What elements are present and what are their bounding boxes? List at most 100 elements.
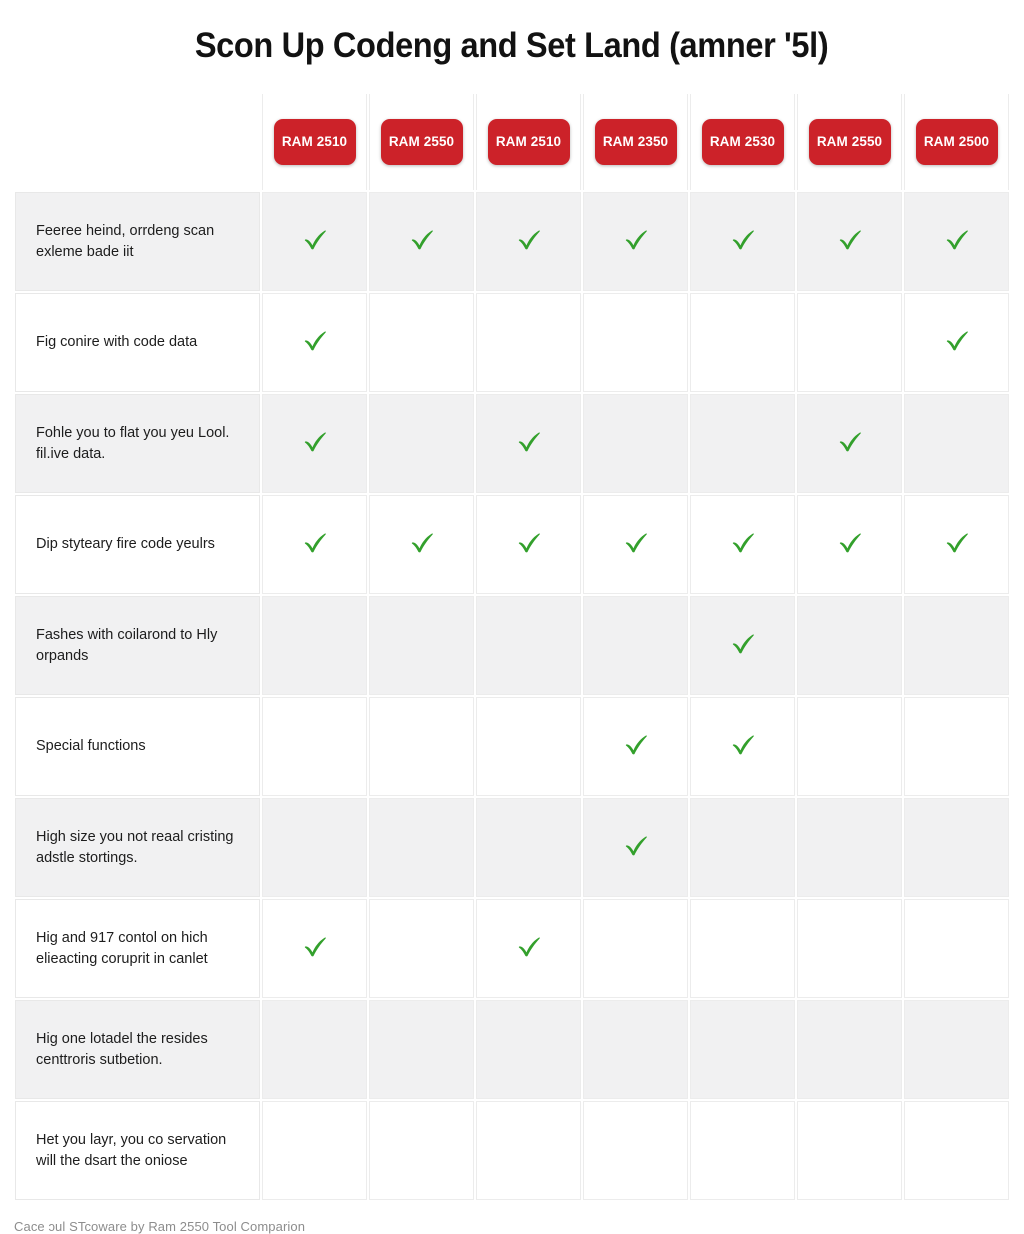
matrix-cell[interactable] (369, 1101, 474, 1200)
matrix-cell[interactable] (476, 1101, 581, 1200)
matrix-cell[interactable] (262, 495, 367, 594)
feature-label: Hig and 917 contol on hich elieacting co… (15, 899, 260, 998)
footer-caption: Cace ɔul STcoware by Ram 2550 Tool Compa… (14, 1219, 306, 1234)
matrix-cell[interactable] (369, 1000, 474, 1099)
matrix-cell[interactable] (262, 798, 367, 897)
matrix-cell[interactable] (797, 697, 902, 796)
table-row: Fohle you to flat you yeu Lool. fil.ive … (15, 394, 1009, 493)
matrix-cell[interactable] (476, 394, 581, 493)
matrix-cell[interactable] (369, 495, 474, 594)
column-header-4[interactable]: RAM 2350 (583, 94, 688, 190)
check-mark-icon (514, 931, 544, 961)
matrix-cell[interactable] (476, 1000, 581, 1099)
matrix-cell[interactable] (476, 192, 581, 291)
matrix-cell[interactable] (904, 596, 1009, 695)
matrix-cell[interactable] (904, 697, 1009, 796)
matrix-cell[interactable] (797, 1101, 902, 1200)
matrix-cell[interactable] (369, 596, 474, 695)
matrix-cell[interactable] (904, 1000, 1009, 1099)
matrix-cell[interactable] (904, 899, 1009, 998)
matrix-cell[interactable] (904, 394, 1009, 493)
column-header-5[interactable]: RAM 2530 (690, 94, 795, 190)
matrix-cell[interactable] (797, 192, 902, 291)
column-header-3[interactable]: RAM 2510 (476, 94, 581, 190)
matrix-cell[interactable] (369, 293, 474, 392)
matrix-cell[interactable] (583, 1101, 688, 1200)
matrix-cell[interactable] (262, 596, 367, 695)
title-bar: Scon Up Codeng and Set Land (amner '5l) (0, 0, 1024, 92)
matrix-cell[interactable] (583, 798, 688, 897)
matrix-cell[interactable] (369, 192, 474, 291)
matrix-cell[interactable] (797, 596, 902, 695)
matrix-cell[interactable] (262, 293, 367, 392)
matrix-cell[interactable] (262, 1000, 367, 1099)
matrix-cell[interactable] (690, 1000, 795, 1099)
matrix-cell[interactable] (583, 394, 688, 493)
check-mark-icon (835, 527, 865, 557)
matrix-cell[interactable] (690, 293, 795, 392)
column-header-6[interactable]: RAM 2550 (797, 94, 902, 190)
column-header-1[interactable]: RAM 2510 (262, 94, 367, 190)
matrix-cell[interactable] (369, 899, 474, 998)
check-mark-icon (835, 426, 865, 456)
matrix-cell[interactable] (476, 899, 581, 998)
matrix-cell[interactable] (797, 899, 902, 998)
matrix-cell[interactable] (262, 1101, 367, 1200)
matrix-cell[interactable] (583, 697, 688, 796)
matrix-cell[interactable] (476, 293, 581, 392)
matrix-cell[interactable] (476, 596, 581, 695)
column-header-7[interactable]: RAM 2500 (904, 94, 1009, 190)
matrix-cell[interactable] (797, 495, 902, 594)
matrix-cell[interactable] (690, 394, 795, 493)
matrix-cell[interactable] (797, 798, 902, 897)
matrix-cell[interactable] (262, 899, 367, 998)
matrix-cell[interactable] (476, 495, 581, 594)
matrix-cell[interactable] (476, 798, 581, 897)
matrix-cell[interactable] (583, 899, 688, 998)
matrix-cell[interactable] (583, 293, 688, 392)
matrix-cell[interactable] (904, 1101, 1009, 1200)
matrix-cell[interactable] (904, 293, 1009, 392)
matrix-cell[interactable] (690, 596, 795, 695)
check-mark-icon (514, 527, 544, 557)
matrix-cell[interactable] (797, 394, 902, 493)
matrix-cell[interactable] (690, 1101, 795, 1200)
matrix-cell[interactable] (262, 394, 367, 493)
matrix-cell[interactable] (904, 495, 1009, 594)
matrix-cell[interactable] (690, 697, 795, 796)
feature-label: Feeree heind, orrdeng scan exleme bade i… (15, 192, 260, 291)
check-mark-icon (300, 224, 330, 254)
column-header-2[interactable]: RAM 2550 (369, 94, 474, 190)
matrix-cell[interactable] (690, 192, 795, 291)
matrix-cell[interactable] (797, 1000, 902, 1099)
matrix-cell[interactable] (690, 899, 795, 998)
check-mark-icon (621, 729, 651, 759)
matrix-cell[interactable] (690, 798, 795, 897)
matrix-cell[interactable] (262, 697, 367, 796)
check-mark-icon (942, 527, 972, 557)
matrix-cell[interactable] (904, 192, 1009, 291)
matrix-cell[interactable] (583, 1000, 688, 1099)
matrix-cell[interactable] (583, 596, 688, 695)
check-mark-icon (621, 830, 651, 860)
column-badge: RAM 2550 (808, 119, 891, 165)
matrix-cell[interactable] (583, 495, 688, 594)
matrix-container: RAM 2510 RAM 2550 RAM 2510 RAM 2350 RAM 2530… (0, 92, 1024, 1202)
matrix-cell[interactable] (904, 798, 1009, 897)
matrix-cell[interactable] (797, 293, 902, 392)
matrix-cell[interactable] (690, 495, 795, 594)
matrix-cell[interactable] (369, 798, 474, 897)
table-row: Fig conire with code data (15, 293, 1009, 392)
matrix-cell[interactable] (369, 697, 474, 796)
matrix-cell[interactable] (369, 394, 474, 493)
column-badge: RAM 2350 (594, 119, 677, 165)
check-mark-icon (728, 224, 758, 254)
matrix-cell[interactable] (476, 697, 581, 796)
feature-label: High size you not reaal cristing adstle … (15, 798, 260, 897)
matrix-cell[interactable] (262, 192, 367, 291)
check-mark-icon (835, 224, 865, 254)
page-title: Scon Up Codeng and Set Land (amner '5l) (195, 26, 829, 65)
feature-label: Dip styteary fire code yeulrs (15, 495, 260, 594)
matrix-cell[interactable] (583, 192, 688, 291)
table-header-row: RAM 2510 RAM 2550 RAM 2510 RAM 2350 RAM 2530… (15, 94, 1009, 190)
